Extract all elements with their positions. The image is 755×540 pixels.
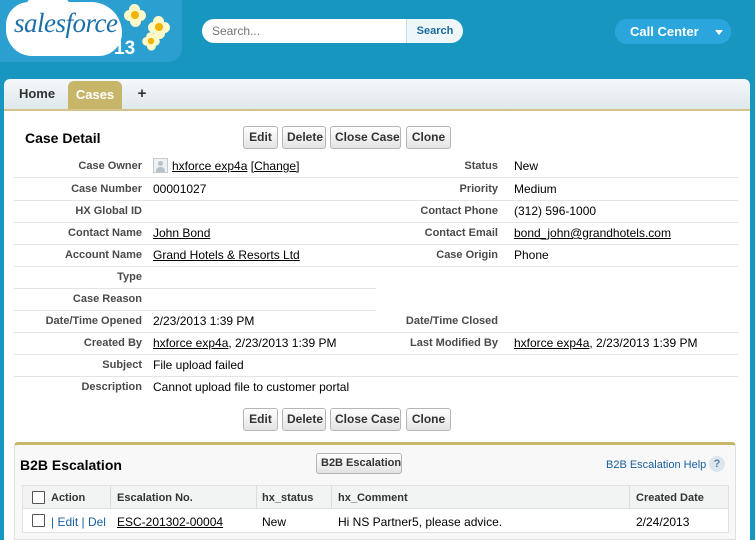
field-label: Case Origin (436, 249, 498, 261)
field-label: Date/Time Opened (45, 315, 142, 327)
detail-row: Date/Time Opened 2/23/2013 1:39 PM Date/… (14, 310, 738, 332)
case-origin-value: Phone (514, 248, 549, 262)
flower-icon (124, 4, 146, 27)
hx-comment-value: Hi NS Partner5, please advice. (338, 515, 503, 529)
contact-email-link[interactable]: bond_john@grandhotels.com (514, 226, 671, 240)
field-label: Contact Name (68, 227, 142, 239)
field-label: Case Owner (78, 160, 142, 172)
column-header[interactable]: Action (51, 492, 85, 504)
call-center-label: Call Center (630, 24, 699, 39)
field-label: Created By (83, 337, 142, 349)
contact-name-link[interactable]: John Bond (153, 226, 210, 240)
close-case-button[interactable]: Close Case (330, 126, 401, 149)
contact-phone-value: (312) 596-1000 (514, 204, 597, 218)
table-row: | Edit | Del ESC-201302-00004 New Hi NS … (22, 509, 729, 533)
tab-bar: Home Cases + (4, 79, 750, 111)
logo-number: 13 (114, 38, 136, 59)
detail-row: HX Global ID Contact Phone (312) 596-100… (14, 200, 738, 222)
column-header[interactable]: hx_Comment (338, 492, 408, 504)
detail-row: Subject File upload failed (14, 354, 738, 376)
search-button[interactable]: Search (406, 19, 463, 43)
subject-value: File upload failed (153, 358, 244, 372)
detail-row: Description Cannot upload file to custom… (14, 376, 738, 398)
field-label: HX Global ID (75, 205, 142, 217)
logo-text: salesforce (14, 8, 118, 38)
field-label: Account Name (64, 249, 142, 261)
column-header[interactable]: hx_status (262, 492, 313, 504)
edit-button[interactable]: Edit (243, 126, 278, 149)
field-label: Case Number (71, 183, 142, 195)
case-detail-panel: Case Detail Edit Delete Close Case Clone… (4, 111, 750, 540)
call-center-menu[interactable]: Call Center (615, 19, 731, 44)
status-value: New (514, 159, 539, 173)
hx-status-value: New (262, 515, 287, 529)
field-label: Subject (102, 359, 142, 371)
detail-row: Created By hxforce exp4a, 2/23/2013 1:39… (14, 332, 738, 354)
detail-row: Case Owner hxforce exp4a [Change] Status… (14, 155, 738, 177)
created-by-date: , 2/23/2013 1:39 PM (228, 336, 337, 350)
select-all-checkbox[interactable] (32, 491, 45, 504)
description-value: Cannot upload file to customer portal (153, 380, 350, 394)
priority-value: Medium (514, 182, 557, 196)
flower-icon (142, 32, 160, 51)
b2b-escalation-list: B2B Escalation B2B Escalation B2B Escala… (14, 442, 736, 540)
escalation-number-link[interactable]: ESC-201302-00004 (117, 515, 223, 529)
tab-home[interactable]: Home (8, 79, 66, 109)
search-input[interactable] (202, 19, 408, 43)
delete-button[interactable]: Delete (282, 126, 326, 149)
detail-row: Case Reason (14, 288, 738, 310)
case-number-value: 00001027 (153, 182, 207, 196)
field-label: Case Reason (72, 293, 142, 305)
column-header[interactable]: Created Date (636, 492, 704, 504)
help-icon[interactable]: ? (709, 456, 725, 472)
salesforce-logo[interactable]: salesforce 13 (0, 0, 182, 62)
account-name-link[interactable]: Grand Hotels & Resorts Ltd (153, 248, 300, 262)
tab-add-icon[interactable]: + (132, 79, 152, 109)
field-label: Status (464, 160, 498, 172)
field-label: Description (81, 381, 142, 393)
table-header: Action Escalation No. hx_status hx_Comme… (22, 485, 729, 509)
clone-button-bottom[interactable]: Clone (406, 408, 451, 431)
new-b2b-escalation-button[interactable]: B2B Escalation (316, 453, 402, 474)
app-header: salesforce 13 Search Call Center (0, 0, 755, 66)
field-label: Type (117, 271, 142, 283)
page-title: Case Detail (25, 130, 101, 146)
case-owner-link[interactable]: hxforce exp4a (172, 159, 247, 173)
tab-cases[interactable]: Cases (68, 81, 122, 109)
chevron-down-icon (715, 30, 723, 35)
row-checkbox[interactable] (32, 514, 45, 527)
last-modified-value: hxforce exp4a, 2/23/2013 1:39 PM (514, 336, 697, 350)
date-opened-value: 2/23/2013 1:39 PM (153, 314, 255, 328)
created-date-value: 2/24/2013 (636, 515, 690, 529)
delete-link[interactable]: Del (88, 515, 106, 529)
case-owner-value: hxforce exp4a [Change] (172, 159, 299, 173)
field-label: Contact Email (424, 227, 498, 239)
edit-link[interactable]: Edit (57, 515, 78, 529)
related-list-title: B2B Escalation (20, 457, 122, 473)
field-label: Contact Phone (420, 205, 498, 217)
field-label: Priority (459, 183, 498, 195)
detail-row: Type (14, 266, 738, 288)
created-by-user-link[interactable]: hxforce exp4a (153, 336, 228, 350)
detail-row: Contact Name John Bond Contact Email bon… (14, 222, 738, 244)
clone-button[interactable]: Clone (406, 126, 451, 149)
row-actions: | Edit | Del (51, 515, 106, 529)
detail-row: Account Name Grand Hotels & Resorts Ltd … (14, 244, 738, 266)
column-header[interactable]: Escalation No. (117, 492, 193, 504)
user-avatar-icon (153, 158, 168, 173)
close-case-button-bottom[interactable]: Close Case (330, 408, 401, 431)
last-modified-date: , 2/23/2013 1:39 PM (589, 336, 698, 350)
change-owner-link[interactable]: [Change] (251, 159, 300, 173)
help-link[interactable]: B2B Escalation Help (606, 459, 706, 471)
detail-row: Case Number 00001027 Priority Medium (14, 178, 738, 200)
field-label: Last Modified By (409, 337, 498, 349)
last-modified-user-link[interactable]: hxforce exp4a (514, 336, 589, 350)
delete-button-bottom[interactable]: Delete (282, 408, 326, 431)
field-label: Date/Time Closed (405, 315, 498, 327)
edit-button-bottom[interactable]: Edit (243, 408, 278, 431)
created-by-value: hxforce exp4a, 2/23/2013 1:39 PM (153, 336, 336, 350)
